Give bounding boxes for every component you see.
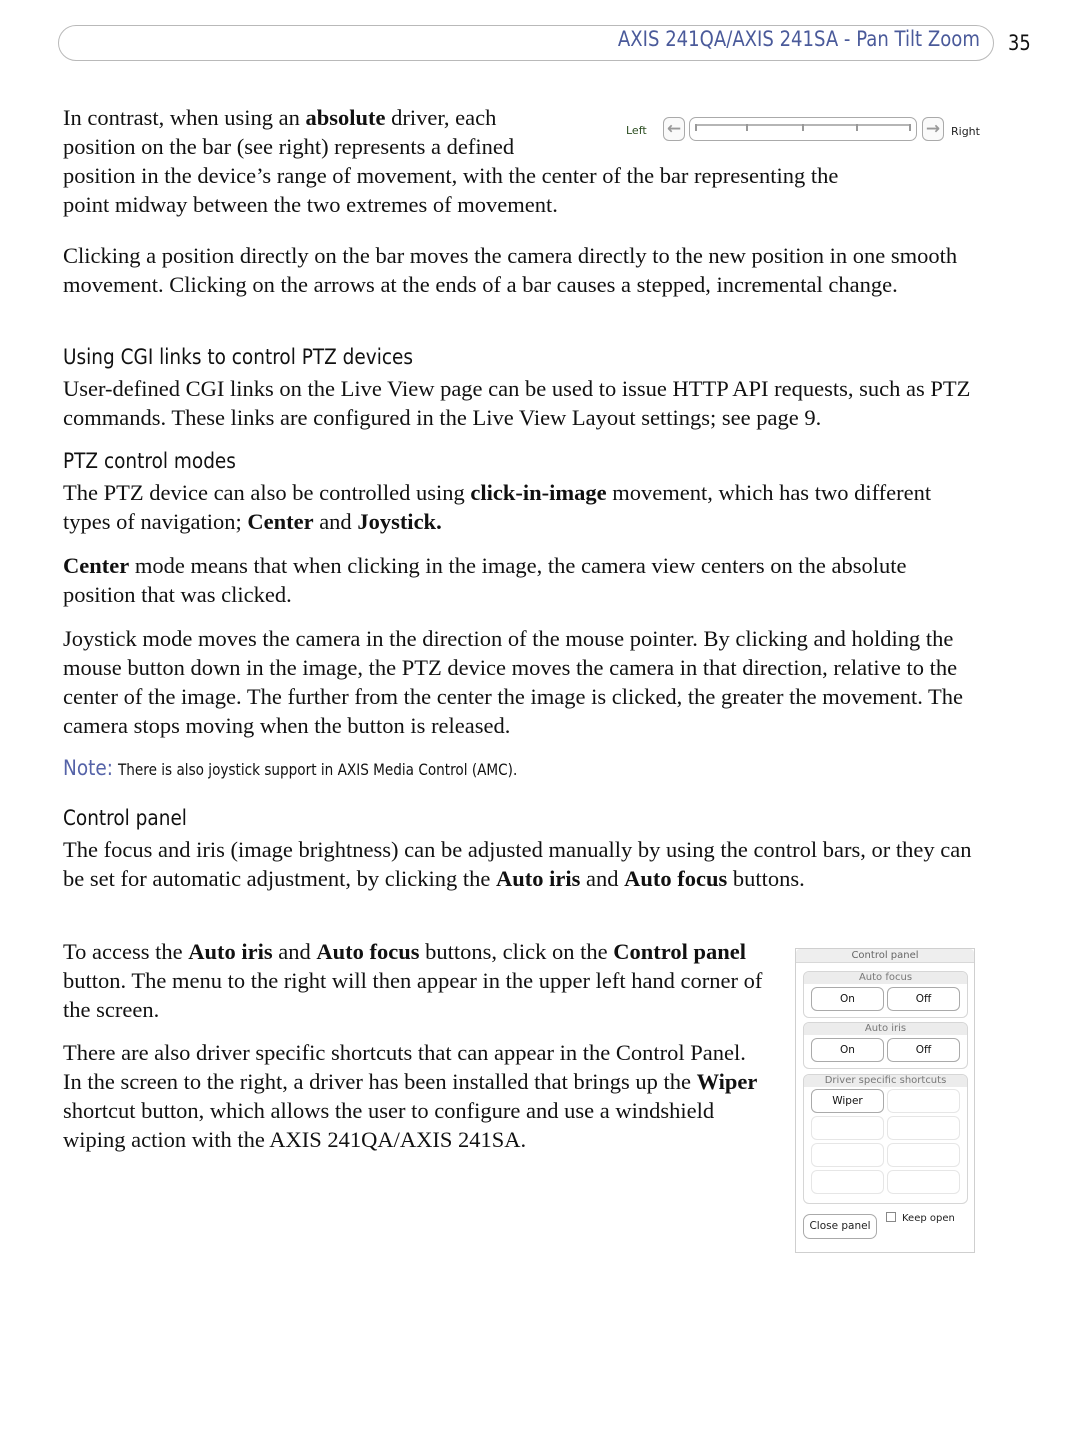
pan-left-label: Left (626, 124, 647, 137)
control-panel-widget: Control panel Auto focus On Off Auto iri… (795, 948, 975, 1253)
driver-shortcuts-title: Driver specific shortcuts (804, 1075, 967, 1087)
text-run: There are also driver specific shortcuts… (63, 1040, 746, 1094)
modes-paragraph-1: The PTZ device can also be controlled us… (63, 478, 963, 536)
page-number: 35 (1008, 31, 1031, 55)
pan-tick (909, 124, 911, 131)
auto-iris-on-button[interactable]: On (811, 1038, 884, 1062)
empty-shortcut-slot (887, 1143, 960, 1167)
note: Note: There is also joystick support in … (63, 756, 588, 780)
bold-term: Joystick. (357, 509, 442, 534)
empty-shortcut-slot (887, 1089, 960, 1113)
text-run: In contrast, when using an (63, 105, 306, 130)
bold-term: absolute (305, 105, 386, 130)
text-run: mode means that when clicking in the ima… (63, 553, 907, 607)
auto-focus-off-button[interactable]: Off (887, 987, 960, 1011)
section-heading-cgi: Using CGI links to control PTZ devices (63, 345, 413, 369)
empty-shortcut-slot (811, 1116, 884, 1140)
clicking-paragraph: Clicking a position directly on the bar … (63, 243, 958, 297)
empty-shortcut-slot (811, 1143, 884, 1167)
section-heading-modes: PTZ control modes (63, 449, 236, 473)
modes-paragraph-3: Joystick mode moves the camera in the di… (63, 626, 964, 738)
text-run: driver, each (385, 105, 497, 130)
text-run: buttons, click on the (419, 939, 614, 964)
bold-term: Control panel (613, 939, 746, 964)
arrow-right-icon[interactable]: → (922, 117, 944, 141)
bold-term: Center (63, 553, 130, 578)
text-run: and (313, 509, 358, 534)
text-run: shortcut button, which allows the user t… (63, 1098, 715, 1152)
wiper-button[interactable]: Wiper (811, 1089, 884, 1113)
close-panel-button[interactable]: Close panel (803, 1214, 877, 1239)
control-panel-paragraph-2: To access the Auto iris and Auto focus b… (63, 937, 773, 1024)
auto-iris-title: Auto iris (804, 1023, 967, 1035)
control-panel-paragraph-1: The focus and iris (image brightness) ca… (63, 835, 998, 893)
auto-iris-group: Auto iris On Off (803, 1022, 968, 1069)
auto-focus-group: Auto focus On Off (803, 971, 968, 1018)
auto-focus-on-button[interactable]: On (811, 987, 884, 1011)
bold-term: Auto iris (496, 866, 581, 891)
pan-tick (695, 124, 697, 131)
text-run: button. The menu to the right will then … (63, 968, 763, 1022)
text-run: The PTZ device can also be controlled us… (63, 480, 471, 505)
section-heading-control-panel: Control panel (63, 806, 187, 830)
keep-open-checkbox[interactable] (886, 1212, 896, 1222)
empty-shortcut-slot (887, 1116, 960, 1140)
text-run: and (580, 866, 625, 891)
keep-open-label: Keep open (902, 1213, 955, 1224)
cgi-paragraph: User-defined CGI links on the Live View … (63, 376, 971, 430)
modes-paragraph-2: Center mode means that when clicking in … (63, 551, 953, 609)
empty-shortcut-slot (811, 1170, 884, 1194)
text-run: buttons. (727, 866, 805, 891)
note-text: There is also joystick support in AXIS M… (117, 760, 518, 779)
control-panel-title: Control panel (796, 949, 974, 963)
pan-tick (856, 124, 858, 131)
pan-slider-track[interactable] (689, 117, 917, 141)
pan-bar-widget: Left ← → Right (620, 114, 990, 148)
bold-term: Auto focus (316, 939, 420, 964)
pan-tick (802, 124, 804, 131)
text-run: To access the (63, 939, 189, 964)
note-label: Note: (63, 756, 113, 780)
bold-term: Center (247, 509, 314, 534)
text-line: point midway between the two extremes of… (63, 192, 558, 217)
bold-term: Auto iris (188, 939, 273, 964)
bold-term: click-in-image (470, 480, 607, 505)
auto-focus-title: Auto focus (804, 972, 967, 984)
empty-shortcut-slot (887, 1170, 960, 1194)
bold-term: Auto focus (624, 866, 728, 891)
driver-shortcuts-group: Driver specific shortcuts Wiper (803, 1074, 968, 1204)
pan-right-label: Right (951, 125, 980, 138)
text-line: position in the device’s range of moveme… (63, 163, 839, 188)
arrow-left-icon[interactable]: ← (663, 117, 685, 141)
auto-iris-off-button[interactable]: Off (887, 1038, 960, 1062)
text-run: and (272, 939, 317, 964)
control-panel-paragraph-3: There are also driver specific shortcuts… (63, 1038, 768, 1154)
bold-term: Wiper (696, 1069, 758, 1094)
pan-tick (746, 124, 748, 131)
header-title: AXIS 241QA/AXIS 241SA - Pan Tilt Zoom (617, 27, 980, 51)
